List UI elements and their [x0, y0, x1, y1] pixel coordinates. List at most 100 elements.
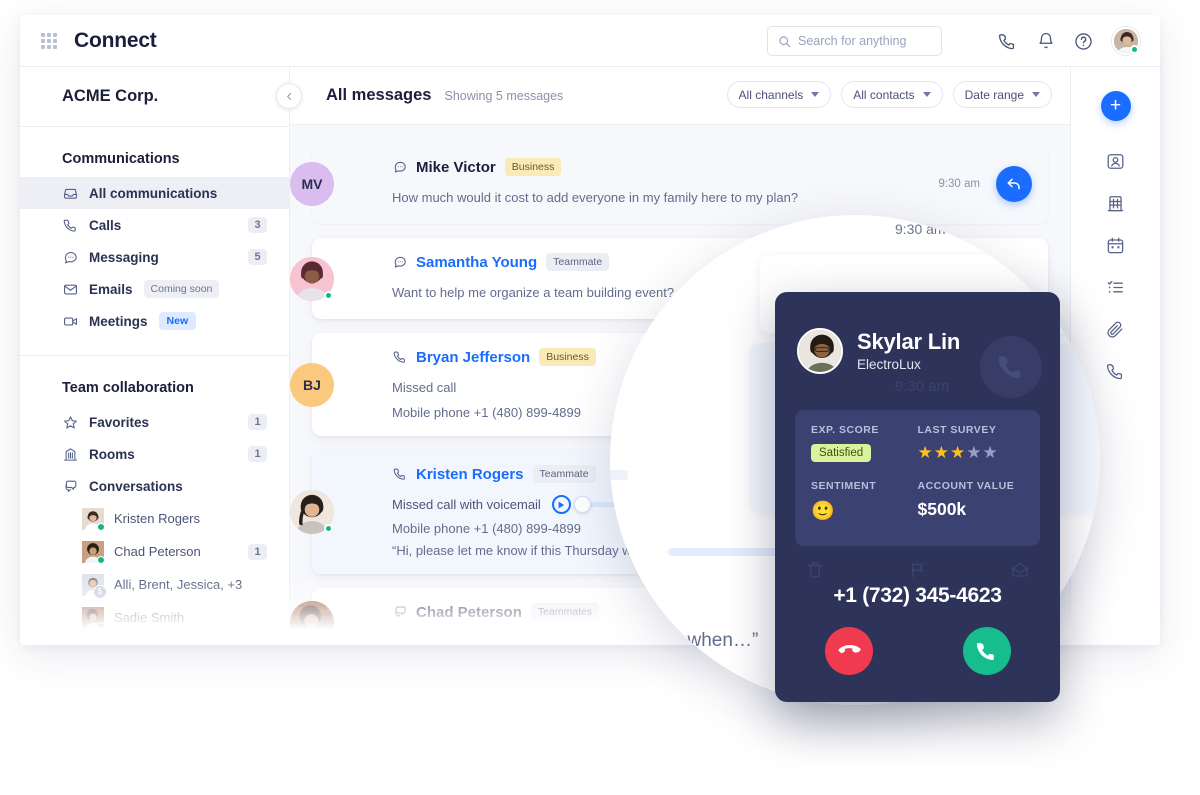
stat-label: EXP. SCORE	[811, 424, 879, 436]
chevron-down-icon	[811, 92, 820, 97]
paperclip-icon[interactable]	[1106, 319, 1126, 339]
avatar	[797, 328, 843, 374]
conversation-count: 1	[248, 543, 267, 560]
sidebar-item-favorites[interactable]: Favorites 1	[20, 406, 289, 438]
avatar: BJ	[290, 362, 334, 407]
sidebar-item-label: All communications	[89, 185, 218, 201]
sidebar-item-calls[interactable]: Calls 3	[20, 209, 289, 241]
status-dot-busy	[97, 621, 105, 630]
avatar: MV	[290, 161, 334, 206]
conversations-icon	[62, 478, 78, 494]
sidebar-section-title-communications: Communications	[62, 151, 180, 167]
contact-card-icon[interactable]	[1106, 151, 1126, 171]
add-button[interactable]: +	[1100, 91, 1131, 121]
filter-date-range[interactable]: Date range	[952, 81, 1052, 108]
conversation-name: Alli, Brent, Jessica, +3	[114, 577, 243, 592]
message-sender-name: Chad Peterson	[416, 603, 522, 621]
status-dot-online	[324, 524, 333, 534]
group-count-badge: 5	[93, 584, 107, 599]
status-dot-online	[97, 522, 105, 531]
trash-icon[interactable]	[805, 560, 825, 580]
stat-label: ACCOUNT VALUE	[917, 480, 1015, 492]
phone-icon[interactable]	[1106, 361, 1126, 381]
conversation-item-group[interactable]: 5 Alli, Brent, Jessica, +3	[20, 568, 289, 601]
calendar-icon[interactable]	[1106, 235, 1126, 255]
call-phone-number: +1 (732) 345-4623	[833, 584, 1002, 607]
sidebar-item-label: Emails	[89, 281, 133, 297]
sidebar-section-title-team-collaboration: Team collaboration	[62, 380, 194, 396]
magnified-reply-arrow	[987, 234, 1023, 254]
status-badge: Business	[504, 158, 562, 176]
voicemail-progress-handle[interactable]	[573, 496, 591, 514]
stat-last-survey: LAST SURVEY ★★★★★	[918, 424, 1025, 472]
incoming-call-card: 9:30 am Skylar Lin ElectroLux EXP. SCORE…	[775, 292, 1060, 702]
status-badge: Teammates	[530, 603, 600, 622]
status-dot-online	[1130, 45, 1139, 54]
conversation-item-sadie-smith[interactable]: Sadie Smith	[20, 601, 289, 634]
reply-button[interactable]	[996, 165, 1032, 202]
message-sender-name: Samantha Young	[416, 253, 538, 271]
message-sender-name: Bryan Jefferson	[416, 348, 531, 366]
message-row-mike-victor[interactable]: MV Mike Victor Business How much would i…	[290, 143, 1048, 225]
envelope-icon	[62, 281, 78, 297]
sidebar-item-label: Rooms	[89, 446, 135, 462]
conversation-item-chad-peterson[interactable]: Chad Peterson 1	[20, 535, 289, 568]
sidebar-item-rooms[interactable]: Rooms 1	[20, 438, 289, 470]
chat-bubble-icon	[62, 249, 78, 265]
accept-call-icon	[976, 642, 994, 660]
org-name: ACME Corp.	[62, 87, 159, 105]
sidebar-item-all-communications[interactable]: All communications	[20, 177, 289, 209]
account-value: $500k	[917, 499, 967, 519]
magnified-quote-fragment: or us when…”	[640, 630, 759, 651]
sidebar-item-count: 3	[248, 217, 267, 233]
app-brand-title: Connect	[74, 28, 157, 52]
accept-call-button[interactable]	[962, 627, 1011, 675]
bell-icon[interactable]	[1036, 32, 1055, 51]
flag-icon[interactable]	[908, 560, 928, 580]
conversation-item-kristen-rogers[interactable]: Kristen Rogers	[20, 502, 289, 535]
envelope-icon[interactable]	[1010, 560, 1030, 580]
filter-all-channels[interactable]: All channels	[726, 81, 832, 108]
building-icon[interactable]	[1106, 193, 1126, 213]
apps-grid-icon[interactable]	[41, 32, 57, 49]
status-dot-online	[97, 555, 105, 564]
status-badge: Teammate	[532, 465, 596, 484]
message-header: Mike Victor Business	[392, 158, 1028, 176]
org-row: ACME Corp.	[20, 67, 302, 127]
call-card-header: Skylar Lin ElectroLux	[797, 328, 960, 374]
avatar	[290, 490, 334, 535]
sidebar-item-conversations[interactable]: Conversations	[20, 470, 289, 502]
screenshot-root: Connect Search for anything ACME Corp. C…	[0, 0, 1200, 795]
sidebar-collapse-button[interactable]	[276, 83, 302, 109]
decline-call-button[interactable]	[824, 627, 873, 675]
phone-icon	[62, 217, 78, 233]
chevron-left-icon	[286, 92, 291, 100]
sidebar-item-messaging[interactable]: Messaging 5	[20, 241, 289, 273]
conversations-icon	[392, 605, 407, 620]
avatar	[82, 540, 105, 564]
chevron-down-icon	[1032, 92, 1040, 97]
sidebar-item-meetings[interactable]: Meetings New	[20, 305, 289, 337]
message-preview: Missed call with voicemail	[392, 497, 541, 513]
decline-call-icon	[838, 645, 861, 654]
reply-arrow-icon	[1007, 178, 1020, 189]
chat-bubble-icon	[392, 160, 407, 175]
call-card-ghost-time: 9:30 am	[895, 378, 950, 395]
filter-all-contacts[interactable]: All contacts	[841, 81, 943, 108]
sidebar-item-emails[interactable]: Emails Coming soon	[20, 273, 289, 305]
avatar	[82, 606, 105, 630]
star-icon: ★	[966, 443, 983, 462]
avatar-initials: BJ	[303, 376, 321, 393]
task-list-icon[interactable]	[1106, 277, 1126, 297]
sidebar-item-label: Meetings	[89, 313, 148, 329]
results-count: Showing 5 messages	[444, 88, 564, 103]
user-avatar[interactable]	[1112, 27, 1140, 55]
sentiment-emoji: 🙂	[811, 501, 835, 522]
phone-icon[interactable]	[998, 32, 1017, 51]
help-icon[interactable]	[1074, 32, 1093, 51]
search-input[interactable]: Search for anything	[767, 26, 942, 56]
sidebar-item-count: 5	[248, 249, 267, 265]
sidebar-item-label: Calls	[89, 217, 122, 233]
play-icon[interactable]	[551, 495, 571, 515]
call-card-identity: Skylar Lin ElectroLux	[857, 329, 960, 372]
